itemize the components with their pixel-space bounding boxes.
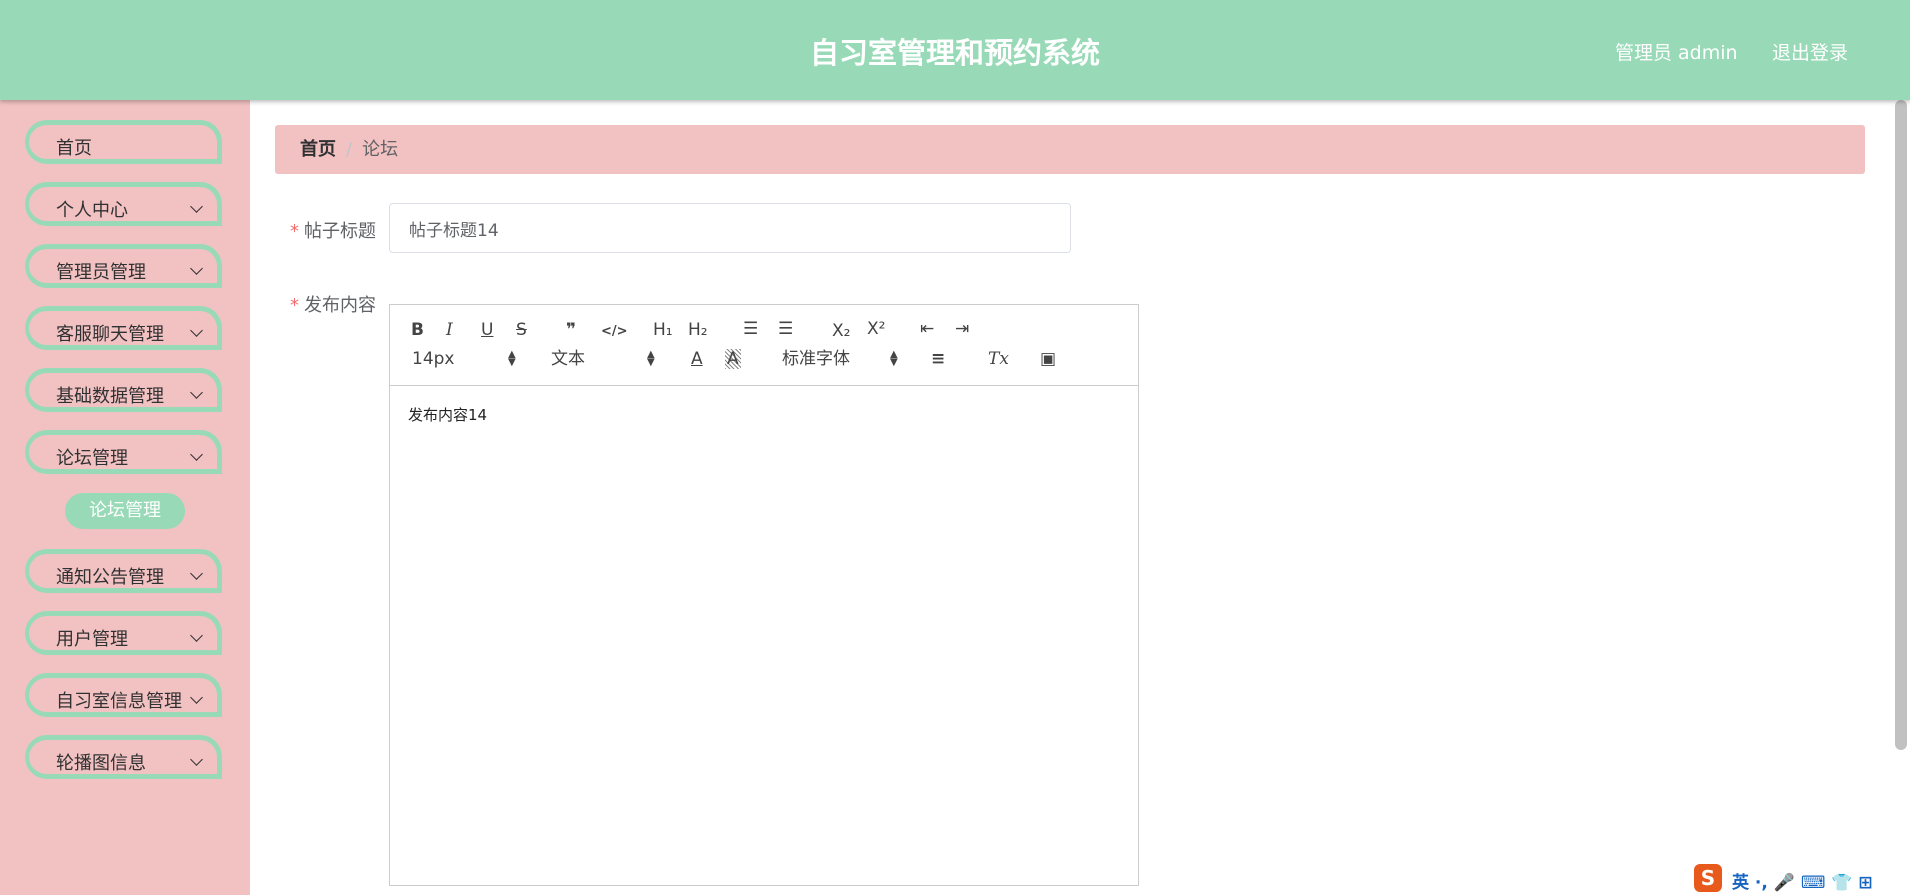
editor-content-text: 发布内容14 [408,406,488,424]
sidebar-item-user-management[interactable]: 用户管理 [25,611,222,655]
sidebar-item-notice-management[interactable]: 通知公告管理 [25,549,222,593]
required-mark: * [290,295,299,316]
sidebar-item-label: 论坛管理 [56,448,128,469]
font-color-button[interactable]: A [691,349,703,369]
background-color-button[interactable]: A [725,349,741,369]
chevron-down-icon [190,629,203,642]
breadcrumb-current: 论坛 [362,139,399,160]
ime-status-text: 英 ·, 🎤 ⌨ 👕 ⊞ [1732,873,1873,893]
top-header: 自习室管理和预约系统 管理员 admin 退出登录 [0,0,1910,100]
chevron-down-icon [190,567,203,580]
ime-toolbar[interactable]: S 英 ·, 🎤 ⌨ 👕 ⊞ [1690,862,1910,895]
outdent-button[interactable]: ⇤ [920,319,934,339]
header-select-value: 文本 [551,349,585,369]
chevron-down-icon [190,324,203,337]
sidebar-item-carousel[interactable]: 轮播图信息 [25,735,222,779]
page-scrollbar[interactable] [1895,100,1907,750]
sidebar-item-base-data[interactable]: 基础数据管理 [25,368,222,412]
image-button[interactable]: ▣ [1040,349,1056,369]
sidebar-item-forum-management[interactable]: 论坛管理 [25,430,222,474]
editor-content-area[interactable]: 发布内容14 [390,386,1138,885]
sidebar-item-label: 通知公告管理 [56,567,164,588]
sidebar-item-label: 客服聊天管理 [56,324,164,345]
ime-logo-icon: S [1694,864,1722,892]
font-size-select[interactable]: 14px ▲ ▼ [412,349,520,369]
bullet-list-button[interactable]: ☰ [778,319,793,339]
post-title-label-text: 帖子标题 [304,221,376,242]
bold-button[interactable]: B [411,320,424,340]
breadcrumb-separator: / [346,139,353,160]
chevron-down-icon [190,691,203,704]
sidebar-item-label: 轮播图信息 [56,753,146,774]
sidebar-item-label: 自习室信息管理 [56,691,182,712]
code-block-button[interactable]: </> [601,322,628,342]
header-2-button[interactable]: H₂ [688,320,708,340]
chevron-down-icon [190,753,203,766]
sidebar-item-personal-center[interactable]: 个人中心 [25,182,222,226]
font-family-value: 标准字体 [782,349,850,369]
post-title-input[interactable] [389,203,1071,253]
chevron-down-icon [190,262,203,275]
sidebar-item-label: 首页 [56,138,92,159]
blockquote-button[interactable]: ❞ [566,320,576,340]
sidebar-item-admin-management[interactable]: 管理员管理 [25,244,222,288]
sidebar-item-label: 基础数据管理 [56,386,164,407]
sidebar-item-label: 用户管理 [56,629,128,650]
sidebar-item-room-management[interactable]: 自习室信息管理 [25,673,222,717]
select-arrows-icon: ▲ ▼ [508,349,516,368]
post-title-label: * 帖子标题 [290,217,376,243]
underline-button[interactable]: U [481,320,493,340]
required-mark: * [290,221,299,242]
chevron-down-icon [190,386,203,399]
editor-toolbar: B I U S ❞ </> H₁ H₂ ☰ ☰ X₂ X² ⇤ ⇥ 14px ▲… [390,305,1138,386]
post-content-label: * 发布内容 [290,291,376,317]
align-button[interactable]: ≡ [931,349,945,369]
clean-format-button[interactable]: Tx [988,349,1009,369]
submenu-item-forum-management[interactable]: 论坛管理 [65,493,185,529]
post-content-label-text: 发布内容 [304,295,376,316]
superscript-button[interactable]: X² [867,319,885,339]
ordered-list-button[interactable]: ☰ [743,319,758,339]
italic-button[interactable]: I [446,320,453,340]
sidebar-item-label: 管理员管理 [56,262,146,283]
header-select[interactable]: 文本 ▲ ▼ [551,349,659,369]
logout-button[interactable]: 退出登录 [1772,38,1848,65]
sidebar: 首页 个人中心 管理员管理 客服聊天管理 基础数据管理 论坛管理 论坛管理 通知… [0,100,250,895]
sidebar-item-label: 个人中心 [56,200,128,221]
font-family-select[interactable]: 标准字体 ▲ ▼ [782,349,902,369]
subscript-button[interactable]: X₂ [832,321,850,341]
current-user-label: 管理员 admin [1615,42,1738,64]
sidebar-item-home[interactable]: 首页 [25,120,222,164]
breadcrumb: 首页 / 论坛 [275,125,1865,174]
select-arrows-icon: ▲ ▼ [890,349,898,368]
sidebar-item-chat-management[interactable]: 客服聊天管理 [25,306,222,350]
font-size-value: 14px [412,349,455,369]
rich-text-editor: B I U S ❞ </> H₁ H₂ ☰ ☰ X₂ X² ⇤ ⇥ 14px ▲… [389,304,1139,886]
breadcrumb-home-link[interactable]: 首页 [300,139,336,160]
indent-button[interactable]: ⇥ [955,319,969,339]
select-arrows-icon: ▲ ▼ [647,349,655,368]
chevron-down-icon [190,448,203,461]
chevron-down-icon [190,200,203,213]
strike-button[interactable]: S [516,320,527,340]
header-1-button[interactable]: H₁ [653,320,673,340]
